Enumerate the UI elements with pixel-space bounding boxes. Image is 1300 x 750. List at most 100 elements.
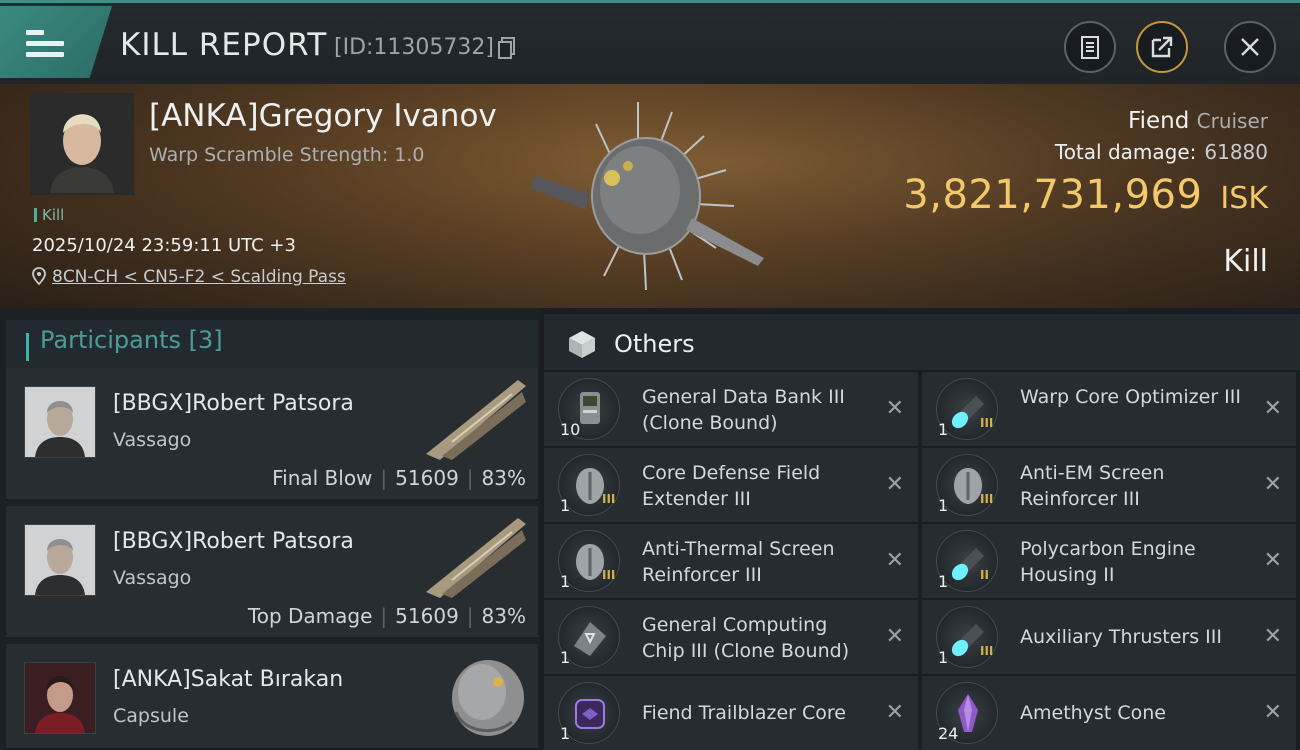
destroyed-icon: ✕: [1263, 472, 1282, 497]
kill-tag-label: Kill: [42, 206, 65, 224]
close-icon: [1241, 38, 1259, 56]
dropped-item[interactable]: 1 III Anti-Thermal Screen Reinforcer III…: [544, 524, 918, 598]
participant-ship: Capsule: [113, 705, 189, 727]
others-label: Others: [614, 330, 695, 358]
item-tier: III: [980, 416, 994, 430]
item-quantity: 24: [938, 724, 959, 743]
victim-ship[interactable]: Fiend Cruiser: [1128, 108, 1268, 134]
participant-name[interactable]: [BBGX]Robert Patsora: [113, 391, 354, 416]
item-quantity: 1: [560, 496, 571, 515]
item-name: Core Defense Field Extender III: [642, 462, 821, 510]
participant-row[interactable]: [ANKA]Sakat Bırakan Capsule: [6, 644, 538, 750]
participant-portrait[interactable]: [24, 386, 96, 458]
item-tier: III: [980, 644, 994, 658]
top-bar: KILL REPORT [ID:11305732]: [0, 0, 1300, 84]
item-name: Anti-EM Screen Reinforcer III: [1020, 462, 1165, 510]
victim-ship-image[interactable]: [520, 98, 780, 298]
participant-stats: Final Blow | 51609 | 83%: [272, 466, 526, 490]
destroyed-icon: ✕: [1263, 700, 1282, 725]
core-icon: [575, 699, 605, 729]
dropped-item[interactable]: 10 General Data Bank III (Clone Bound) ✕: [544, 372, 918, 446]
destroyed-icon: ✕: [885, 624, 904, 649]
clipboard-icon: [1081, 36, 1099, 59]
item-quantity: 1: [938, 420, 949, 439]
participant-portrait[interactable]: [24, 662, 96, 734]
dropped-item[interactable]: 24 Amethyst Cone ✕: [922, 676, 1296, 750]
dropped-item[interactable]: 1 III Warp Core Optimizer III ✕: [922, 372, 1296, 446]
item-quantity: 1: [938, 572, 949, 591]
victim-ship-class: Cruiser: [1196, 109, 1268, 133]
participants-count: [3]: [188, 326, 223, 354]
warp-scramble-strength: Warp Scramble Strength: 1.0: [149, 144, 425, 166]
total-damage-label: Total damage:: [1054, 140, 1197, 164]
participants-panel: Participants [3] [BBGX]Robert Patsora Va…: [0, 308, 540, 750]
item-tier: III: [980, 492, 994, 506]
item-name: Warp Core Optimizer III: [1020, 386, 1241, 408]
item-name: Anti-Thermal Screen Reinforcer III: [642, 538, 835, 586]
dropped-item[interactable]: 1 III Auxiliary Thrusters III ✕: [922, 600, 1296, 674]
item-quantity: 1: [560, 648, 571, 667]
page-title: KILL REPORT: [120, 27, 328, 63]
participant-percent: 83%: [481, 466, 526, 490]
dropped-item[interactable]: 1 III Anti-EM Screen Reinforcer III ✕: [922, 448, 1296, 522]
item-name: Fiend Trailblazer Core: [642, 702, 846, 724]
dropped-item[interactable]: 1 II Polycarbon Engine Housing II ✕: [922, 524, 1296, 598]
item-quantity: 1: [560, 724, 571, 743]
destroyed-icon: ✕: [885, 396, 904, 421]
participant-name[interactable]: [ANKA]Sakat Bırakan: [113, 667, 343, 692]
participant-ship: Vassago: [113, 567, 192, 589]
destroyed-icon: ✕: [885, 472, 904, 497]
destroyed-icon: ✕: [1263, 548, 1282, 573]
isk-value: 3,821,731,969 ISK: [903, 172, 1268, 218]
item-quantity: 1: [938, 496, 949, 515]
dropped-item[interactable]: 1 III Core Defense Field Extender III ✕: [544, 448, 918, 522]
item-tier: III: [602, 492, 616, 506]
report-id: [ID:11305732]: [334, 35, 494, 60]
item-name: General Computing Chip III (Clone Bound): [642, 614, 850, 662]
others-panel: Others 10 General Data Bank III (Clone B…: [540, 308, 1300, 750]
item-name: Amethyst Cone: [1020, 702, 1166, 724]
cube-icon: [569, 331, 595, 358]
victim-name[interactable]: [ANKA]Gregory Ivanov: [149, 98, 497, 134]
destroyed-icon: ✕: [1263, 624, 1282, 649]
participant-row[interactable]: [BBGX]Robert Patsora Vassago Top Damage |…: [6, 506, 538, 639]
clipboard-button[interactable]: [1064, 21, 1116, 73]
copy-icon[interactable]: [498, 37, 516, 59]
participant-name[interactable]: [BBGX]Robert Patsora: [113, 529, 354, 554]
item-tier: II: [980, 568, 989, 582]
share-button[interactable]: [1136, 21, 1188, 73]
participant-row[interactable]: [BBGX]Robert Patsora Vassago Final Blow |…: [6, 368, 538, 501]
item-quantity: 10: [560, 420, 581, 439]
participant-ship-image: [426, 380, 526, 460]
kill-location[interactable]: 8CN-CH < CN5-F2 < Scalding Pass: [32, 267, 346, 287]
victim-portrait[interactable]: [30, 93, 134, 195]
total-damage-value: 61880: [1204, 140, 1268, 164]
dropped-item[interactable]: 1 Fiend Trailblazer Core ✕: [544, 676, 918, 750]
isk-amount: 3,821,731,969: [903, 172, 1203, 218]
item-name: Auxiliary Thrusters III: [1020, 626, 1222, 648]
kill-tag: Kill: [34, 206, 64, 224]
participant-ship-image: [426, 518, 526, 598]
others-header: Others: [544, 314, 1300, 370]
location-link[interactable]: 8CN-CH < CN5-F2 < Scalding Pass: [52, 267, 346, 287]
share-icon: [1151, 36, 1173, 58]
kill-datetime: 2025/10/24 23:59:11 UTC +3: [32, 235, 296, 256]
participant-role: Top Damage: [247, 604, 373, 628]
victim-ship-name: Fiend: [1128, 108, 1190, 134]
capsule-image: [452, 660, 524, 736]
participant-percent: 83%: [481, 604, 526, 628]
isk-unit: ISK: [1220, 181, 1268, 216]
location-pin-icon: [32, 267, 46, 285]
close-button[interactable]: [1224, 21, 1276, 73]
result-label: Kill: [1223, 244, 1268, 279]
participant-damage: 51609: [395, 604, 459, 628]
destroyed-icon: ✕: [885, 700, 904, 725]
item-tier: III: [602, 568, 616, 582]
participant-stats: Top Damage | 51609 | 83%: [247, 604, 526, 628]
dropped-item[interactable]: 1 General Computing Chip III (Clone Boun…: [544, 600, 918, 674]
menu-button[interactable]: [0, 6, 112, 78]
item-quantity: 1: [938, 648, 949, 667]
participant-portrait[interactable]: [24, 524, 96, 596]
participant-ship: Vassago: [113, 429, 192, 451]
destroyed-icon: ✕: [885, 548, 904, 573]
